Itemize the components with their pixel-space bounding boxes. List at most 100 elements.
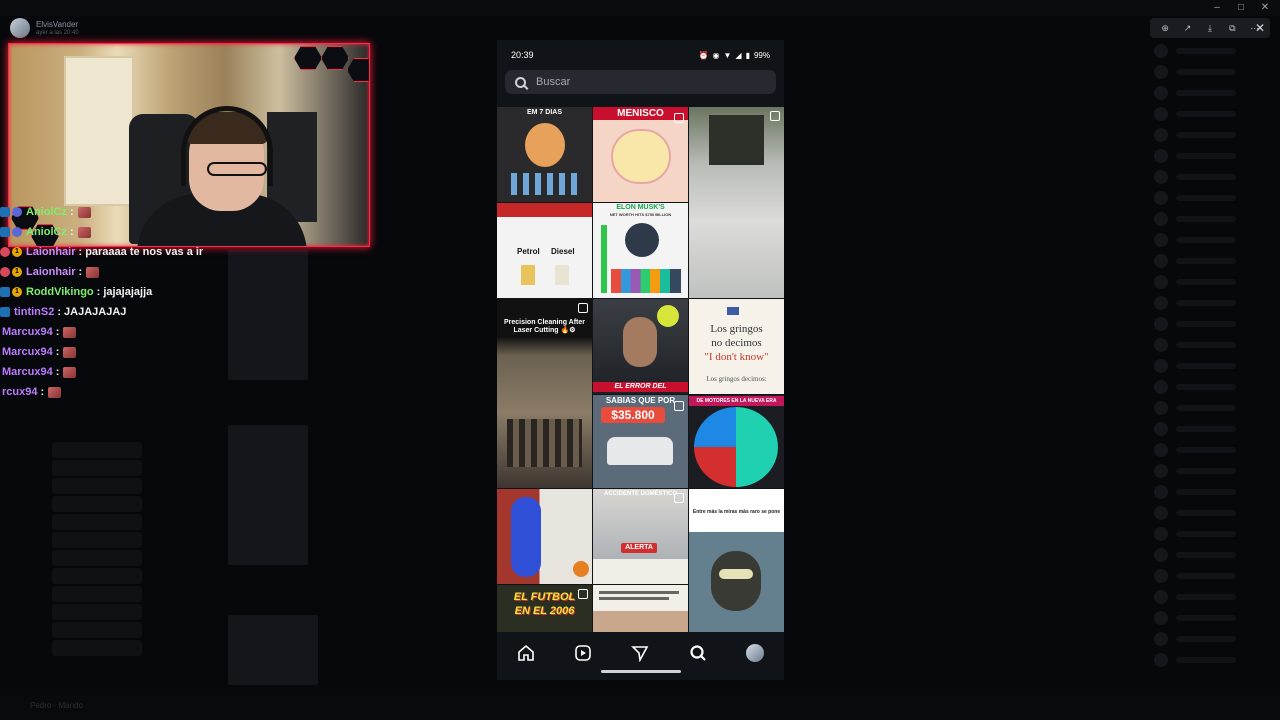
explore-post[interactable]: MENISCO: [593, 107, 688, 202]
explore-post[interactable]: SABIAS QUE POR $35.800: [593, 395, 688, 488]
chat-username[interactable]: AniolCz: [26, 206, 67, 218]
chat-username[interactable]: Laionhair: [26, 246, 76, 258]
chat-separator: :: [78, 246, 83, 258]
post-graphic: [611, 269, 681, 293]
chat-username[interactable]: AniolCz: [26, 226, 67, 238]
post-title: EM 7 DIAS: [526, 109, 562, 116]
explore-post[interactable]: Petrol Diesel: [497, 203, 592, 298]
post-graphic: [623, 317, 657, 367]
chat-username[interactable]: tintinS2: [14, 306, 54, 318]
explore-post[interactable]: EL FUTBOL EN EL 2006: [497, 585, 592, 632]
explore-post[interactable]: EM 7 DIAS: [497, 107, 592, 202]
post-title: Precision Cleaning After Laser Cutting 🔥…: [503, 319, 586, 334]
streamer-name[interactable]: ElvisVander: [36, 20, 79, 29]
post-title-line2: EN EL 2006: [514, 605, 575, 617]
phone-status-bar: 20:39 ⏰ ◉ ▼ ◢ ▮ 99%: [497, 40, 784, 70]
post-graphic: [601, 225, 607, 293]
post-graphic: [511, 497, 541, 577]
alarm-icon: ⏰: [698, 50, 709, 60]
post-graphic: [555, 265, 569, 285]
post-graphic: [709, 115, 764, 165]
chat-username[interactable]: Laionhair: [26, 266, 76, 278]
post-graphic: [599, 597, 669, 600]
explore-search-bar[interactable]: [505, 70, 776, 94]
explore-post[interactable]: [689, 107, 784, 298]
background-image-thumbnail: [228, 250, 308, 380]
post-tag: ALERTA: [621, 543, 657, 553]
chat-message: tintinS2: JAJAJAJAJ: [0, 302, 240, 322]
post-graphic: [497, 203, 592, 217]
chat-message: 1 Laionhair:: [0, 262, 240, 282]
zoom-in-icon[interactable]: ⊕: [1158, 23, 1172, 34]
search-input[interactable]: [536, 76, 736, 88]
post-graphic: [599, 591, 679, 594]
reels-icon[interactable]: [574, 644, 592, 662]
maximize-icon[interactable]: □: [1234, 0, 1248, 16]
post-text: Los gringos: [710, 323, 763, 335]
hexagon-decoration: [294, 46, 322, 70]
chat-separator: :: [69, 206, 74, 218]
chat-message: Marcux94:: [0, 342, 240, 362]
explore-post[interactable]: [497, 489, 592, 584]
chat-separator: :: [55, 346, 60, 358]
gold-badge-icon: 1: [12, 247, 22, 257]
chat-text: JAJAJAJAJ: [64, 306, 127, 318]
post-graphic: [573, 561, 589, 577]
explore-post[interactable]: ELON MUSK'S NET WORTH HITS $750 BILLION: [593, 203, 688, 298]
home-indicator[interactable]: [601, 670, 681, 673]
post-graphic: [719, 569, 753, 579]
explore-post[interactable]: ACCIDENTE DOMÉSTICO ALERTA: [593, 489, 688, 584]
explore-post[interactable]: [593, 585, 688, 632]
chat-text: jajajajajja: [103, 286, 153, 298]
chat-separator: :: [69, 226, 74, 238]
post-subtext: Los gringos decimos:: [706, 375, 767, 383]
hexagon-decoration: [347, 58, 369, 82]
chat-username[interactable]: RoddVikingo: [26, 286, 94, 298]
circle-badge-icon: [12, 227, 22, 237]
explore-post[interactable]: Los gringos no decimos "I don't know" Lo…: [689, 299, 784, 394]
prime-badge-icon: [0, 287, 10, 297]
post-graphic: [711, 551, 761, 611]
chat-username[interactable]: Marcux94: [2, 366, 53, 378]
background-member-list: [1140, 40, 1280, 700]
chat-username[interactable]: rcux94: [2, 386, 37, 398]
flag-icon: [727, 307, 739, 315]
emote-icon: [63, 326, 77, 338]
eye-icon: ◉: [712, 50, 720, 60]
profile-avatar[interactable]: [746, 644, 765, 662]
home-icon[interactable]: [517, 644, 535, 662]
download-icon[interactable]: ⤓: [1203, 23, 1217, 34]
share-icon[interactable]: ↗: [1181, 23, 1195, 34]
chat-username[interactable]: Marcux94: [2, 326, 53, 338]
post-graphic: [525, 123, 565, 167]
explore-post[interactable]: Entre más la miras más raro se pone: [689, 489, 784, 632]
window-controls: – □ ✕: [1210, 0, 1272, 16]
close-viewer-icon[interactable]: ✕: [1250, 18, 1270, 38]
explore-post[interactable]: DE MOTORES EN LA NUEVA ERA: [689, 395, 784, 488]
chat-username[interactable]: Marcux94: [2, 346, 53, 358]
send-icon[interactable]: [631, 644, 649, 662]
close-window-icon[interactable]: ✕: [1258, 0, 1272, 16]
chat-message: Marcux94:: [0, 322, 240, 342]
gold-badge-icon: 1: [12, 287, 22, 297]
chat-message: AniolCz:: [0, 222, 240, 242]
reel-icon: [674, 401, 684, 411]
emote-icon: [48, 386, 62, 398]
explore-post[interactable]: Precision Cleaning After Laser Cutting 🔥…: [497, 299, 592, 488]
post-timestamp: ayer a las 20:40: [36, 29, 79, 36]
background-image-thumbnail: [228, 615, 318, 685]
post-graphic: [625, 223, 659, 257]
streamer-avatar[interactable]: [10, 18, 30, 38]
open-external-icon[interactable]: ⧉: [1225, 23, 1239, 34]
post-label: Diesel: [551, 247, 575, 256]
background-user-label: Pedro · Mando: [30, 701, 83, 710]
post-graphic: [511, 173, 581, 195]
chat-separator: :: [78, 266, 83, 278]
chat-text: paraaaa te nos vas a ir: [85, 246, 204, 258]
explore-post[interactable]: EL ERROR DEL: [593, 299, 688, 394]
post-graphic: [694, 407, 778, 487]
chat-separator: :: [55, 366, 60, 378]
search-icon[interactable]: [689, 644, 707, 662]
minimize-icon[interactable]: –: [1210, 0, 1224, 16]
post-banner: EL ERROR DEL: [593, 382, 688, 392]
